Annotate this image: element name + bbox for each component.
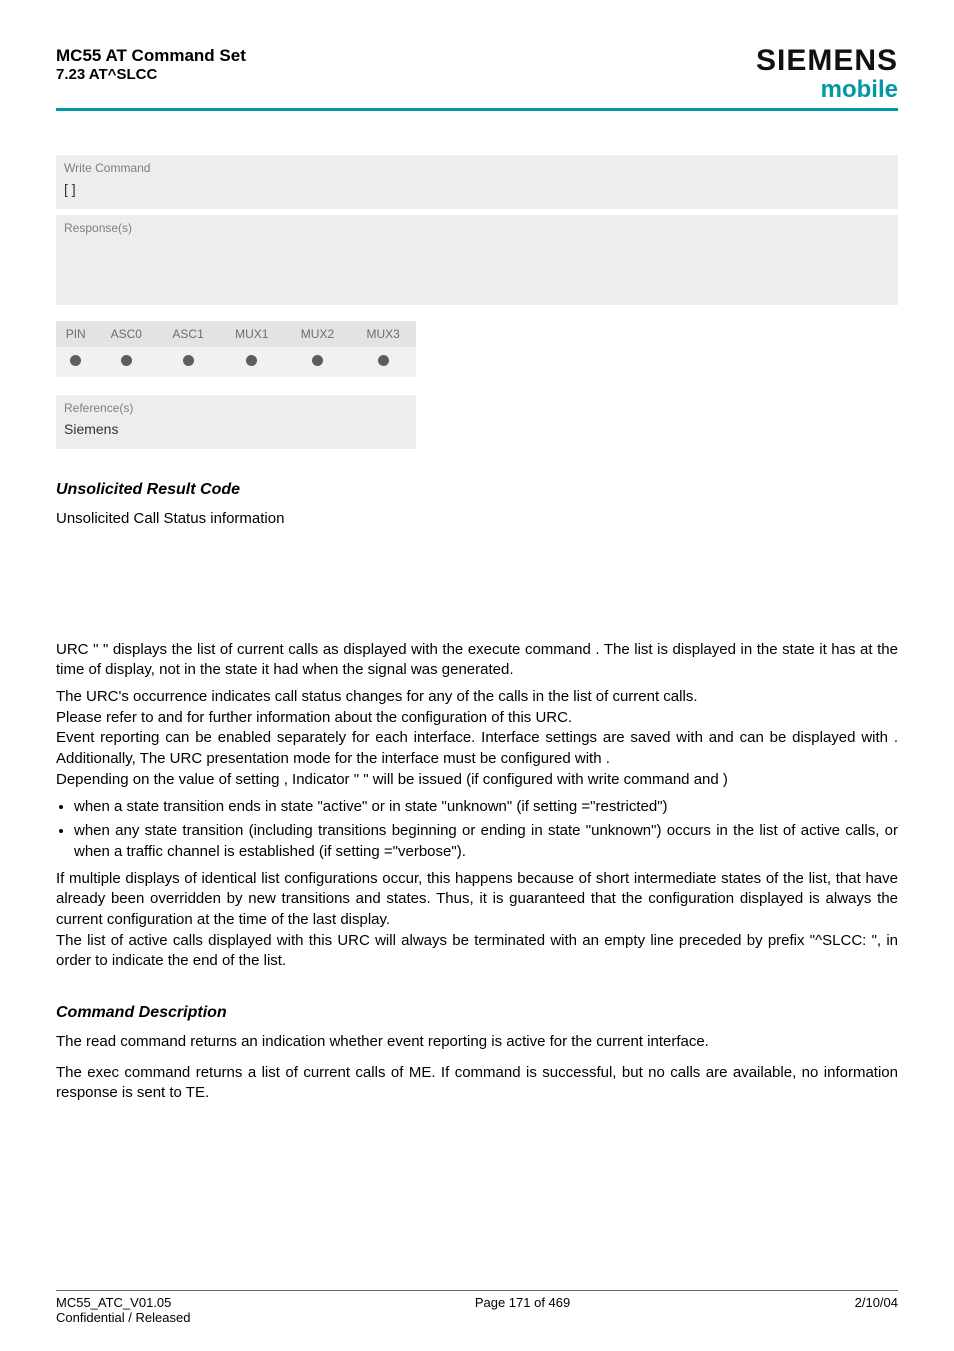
reference-label: Reference(s)	[64, 401, 408, 415]
response-box: Response(s)	[56, 215, 898, 305]
header-right: SIEMENS mobile	[756, 46, 898, 102]
urc-line1: Unsolicited Call Status information	[56, 509, 898, 530]
dot-icon	[378, 355, 389, 366]
matrix-col-asc0: ASC0	[95, 321, 157, 347]
p5a: Depending on the value of	[56, 771, 235, 788]
cmddesc-p1: The read command returns an indication w…	[56, 1032, 898, 1053]
matrix-col-mux2: MUX2	[285, 321, 351, 347]
brand-sub: mobile	[756, 78, 898, 102]
p1a: URC "	[56, 641, 98, 658]
b2a: when any state transition (including tra…	[74, 822, 898, 860]
page-footer: MC55_ATC_V01.05 Confidential / Released …	[56, 1290, 898, 1325]
dot-icon	[121, 355, 132, 366]
p7: The list of active calls displayed with …	[56, 931, 898, 972]
matrix-col-asc1: ASC1	[157, 321, 219, 347]
b1c: ="restricted")	[581, 798, 667, 815]
reference-value: Siemens	[64, 421, 408, 439]
p4d: .	[606, 750, 610, 767]
list-item: when a state transition ends in state "a…	[74, 797, 898, 818]
response-label: Response(s)	[64, 221, 890, 235]
cmddesc-p2: The exec command returns a list of curre…	[56, 1063, 898, 1104]
dot-icon	[183, 355, 194, 366]
header-left: MC55 AT Command Set 7.23 AT^SLCC	[56, 46, 246, 83]
urc-heading: Unsolicited Result Code	[56, 481, 898, 499]
p5f: )	[723, 771, 728, 788]
response-body	[64, 241, 890, 295]
list-item: when any state transition (including tra…	[74, 821, 898, 862]
matrix-col-mux1: MUX1	[219, 321, 285, 347]
footer-right: 2/10/04	[855, 1295, 898, 1325]
page-header: MC55 AT Command Set 7.23 AT^SLCC SIEMENS…	[56, 46, 898, 102]
b1a: when a state transition ends in state "a…	[74, 798, 533, 815]
b2b: setting	[336, 843, 384, 860]
p3c: for further information about the config…	[187, 709, 572, 726]
matrix-col-pin: PIN	[56, 321, 95, 347]
write-command-box: Write Command [ ]	[56, 155, 898, 209]
p5b: setting	[235, 771, 283, 788]
b2c: ="verbose").	[384, 843, 466, 860]
brand-logo: SIEMENS	[756, 46, 898, 76]
dot-icon	[312, 355, 323, 366]
p2: The URC's occurrence indicates call stat…	[56, 687, 898, 708]
doc-title: MC55 AT Command Set	[56, 46, 246, 66]
write-command-body: [ ]	[64, 181, 890, 199]
header-rule	[56, 108, 898, 111]
p6: If multiple displays of identical list c…	[56, 869, 898, 931]
dot-icon	[70, 355, 81, 366]
write-command-label: Write Command	[64, 161, 890, 175]
footer-left2: Confidential / Released	[56, 1310, 190, 1325]
p3b: and	[158, 709, 187, 726]
doc-section: 7.23 AT^SLCC	[56, 66, 246, 83]
p1b: " displays the list of current calls as …	[103, 641, 595, 658]
dot-icon	[246, 355, 257, 366]
p3a: Please refer to	[56, 709, 158, 726]
p4b: and can be displayed with	[709, 729, 894, 746]
reference-box-wrap: Reference(s) Siemens	[56, 395, 416, 449]
matrix-col-mux3: MUX3	[350, 321, 416, 347]
footer-center: Page 171 of 469	[475, 1295, 570, 1325]
p5d: " will be issued (if configured with wri…	[363, 771, 693, 788]
b1b: setting	[533, 798, 581, 815]
footer-left: MC55_ATC_V01.05 Confidential / Released	[56, 1295, 190, 1325]
cmddesc-heading: Command Description	[56, 1004, 898, 1022]
support-matrix: PIN ASC0 ASC1 MUX1 MUX2 MUX3	[56, 321, 416, 377]
reference-box: Reference(s) Siemens	[56, 395, 416, 449]
bullet-list: when a state transition ends in state "a…	[56, 797, 898, 863]
footer-left1: MC55_ATC_V01.05	[56, 1295, 190, 1310]
urc-description: URC " " displays the list of current cal…	[56, 640, 898, 972]
p5c: , Indicator "	[284, 771, 359, 788]
p4a: Event reporting can be enabled separatel…	[56, 729, 709, 746]
p5e: and	[694, 771, 723, 788]
